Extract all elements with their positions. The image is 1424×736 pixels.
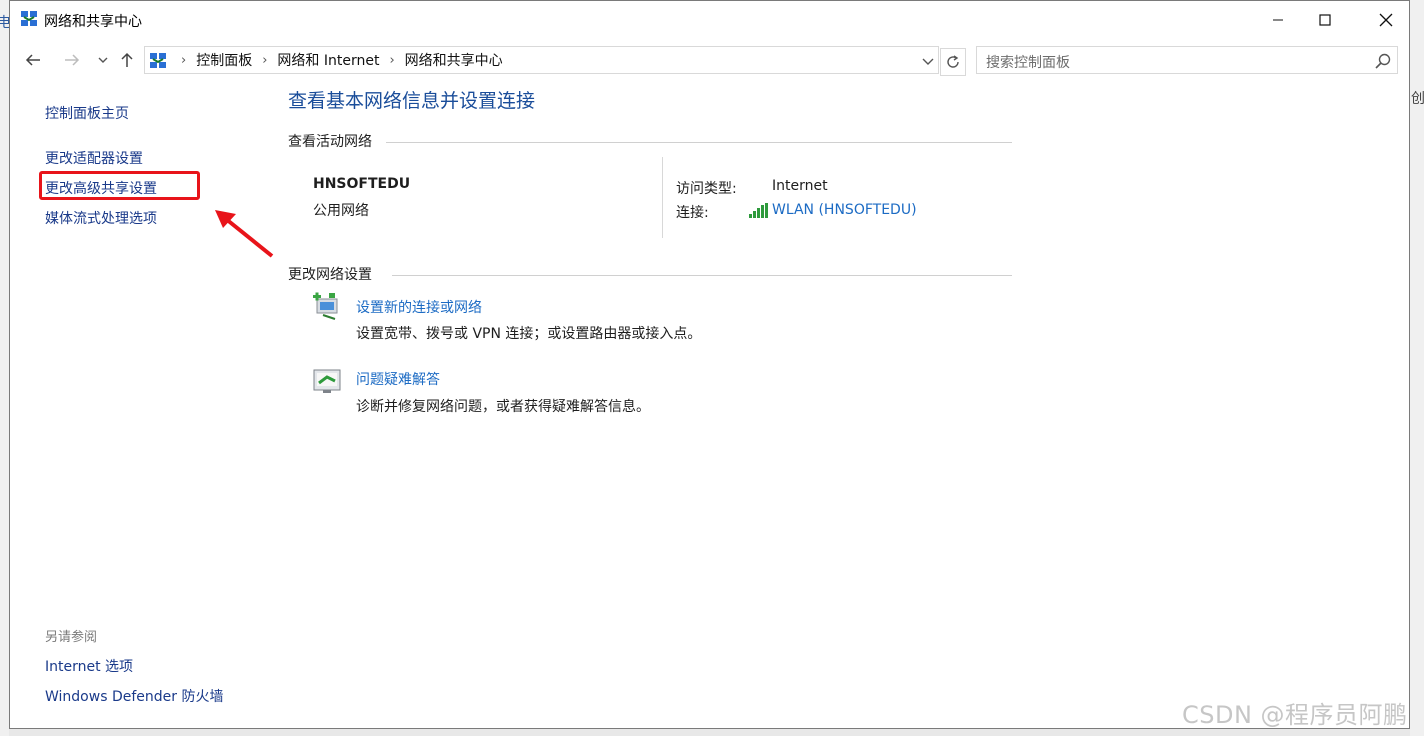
search-placeholder: 搜索控制面板	[986, 55, 1070, 71]
chevron-right-icon[interactable]: ›	[181, 53, 186, 68]
breadcrumb-network-internet[interactable]: 网络和 Internet	[277, 50, 379, 70]
breadcrumb: › 控制面板 › 网络和 Internet › 网络和共享中心	[171, 47, 503, 73]
refresh-button[interactable]	[940, 48, 966, 76]
recent-locations-button[interactable]	[92, 49, 114, 71]
access-type-value: Internet	[772, 178, 828, 194]
annotation-arrow	[215, 210, 274, 258]
refresh-icon	[947, 55, 959, 68]
background-window-edge-right: 创	[1410, 0, 1424, 736]
address-bar[interactable]: › 控制面板 › 网络和 Internet › 网络和共享中心	[144, 46, 939, 74]
annotation-highlight-box	[39, 171, 200, 200]
chevron-down-icon	[922, 58, 934, 65]
arrow-up-icon	[121, 52, 133, 67]
chevron-right-icon[interactable]: ›	[389, 53, 394, 68]
access-type-label: 访问类型:	[676, 181, 737, 197]
sidebar-link-internet-options[interactable]: Internet 选项	[45, 656, 133, 676]
arrow-left-icon	[25, 54, 40, 66]
connection-label: 连接:	[676, 205, 709, 221]
network-sharing-center-icon	[21, 11, 37, 26]
new-connection-icon	[313, 292, 338, 320]
breadcrumb-network-sharing-center[interactable]: 网络和共享中心	[405, 50, 503, 70]
watermark-text: CSDN @程序员阿鹏	[1182, 701, 1408, 729]
vertical-divider	[662, 157, 663, 238]
maximize-button[interactable]	[1302, 1, 1348, 39]
breadcrumb-control-panel[interactable]: 控制面板	[196, 50, 252, 70]
window-title: 网络和共享中心	[44, 14, 142, 30]
search-input[interactable]: 搜索控制面板	[976, 46, 1398, 74]
maximize-icon	[1319, 14, 1331, 26]
sidebar-link-windows-defender-firewall[interactable]: Windows Defender 防火墙	[45, 686, 223, 706]
navigation-bar: › 控制面板 › 网络和 Internet › 网络和共享中心 搜索控制面板	[10, 41, 1409, 79]
network-name: HNSOFTEDU	[313, 176, 411, 192]
title-bar[interactable]: 网络和共享中心	[10, 1, 1409, 39]
task-desc-new-connection: 设置宽带、拨号或 VPN 连接；或设置路由器或接入点。	[356, 326, 702, 342]
background-edge-text: 创	[1411, 91, 1424, 107]
troubleshoot-icon	[313, 369, 341, 393]
minimize-button[interactable]	[1255, 1, 1301, 39]
chevron-down-icon	[98, 57, 108, 63]
section-heading-change-settings: 更改网络设置	[288, 267, 372, 283]
address-history-button[interactable]	[919, 53, 937, 71]
task-link-new-connection[interactable]: 设置新的连接或网络	[356, 297, 482, 317]
network-sharing-center-icon	[150, 53, 166, 68]
chevron-right-icon[interactable]: ›	[262, 53, 267, 68]
sidebar-link-control-panel-home[interactable]: 控制面板主页	[45, 103, 129, 123]
task-link-troubleshoot[interactable]: 问题疑难解答	[356, 369, 440, 389]
main-content: 查看基本网络信息并设置连接 查看活动网络 HNSOFTEDU 公用网络 访问类型…	[288, 81, 1028, 481]
sidebar-link-media-streaming[interactable]: 媒体流式处理选项	[45, 208, 157, 228]
page-title: 查看基本网络信息并设置连接	[288, 90, 536, 112]
network-sharing-center-window: 网络和共享中心 › 控制面板 › 网络和 Internet › 网络和共享中心 …	[9, 0, 1410, 729]
network-category: 公用网络	[313, 203, 369, 219]
section-heading-active-networks: 查看活动网络	[288, 134, 372, 150]
task-desc-troubleshoot: 诊断并修复网络问题，或者获得疑难解答信息。	[356, 399, 650, 415]
back-button[interactable]	[22, 49, 44, 71]
arrow-right-icon	[65, 54, 80, 66]
close-button[interactable]	[1363, 1, 1409, 39]
minimize-icon	[1273, 19, 1283, 21]
sidebar-link-adapter-settings[interactable]: 更改适配器设置	[45, 148, 143, 168]
search-icon	[1375, 53, 1391, 69]
close-icon	[1379, 13, 1393, 27]
up-button[interactable]	[116, 49, 138, 71]
connection-wlan-link[interactable]: WLAN (HNSOFTEDU)	[772, 202, 917, 218]
section-divider	[392, 275, 1012, 276]
wifi-signal-icon	[749, 203, 768, 218]
background-window-edge-left: 电	[0, 0, 11, 736]
forward-button[interactable]	[61, 49, 83, 71]
see-also-heading: 另请参阅	[45, 630, 98, 645]
section-divider	[386, 142, 1012, 143]
